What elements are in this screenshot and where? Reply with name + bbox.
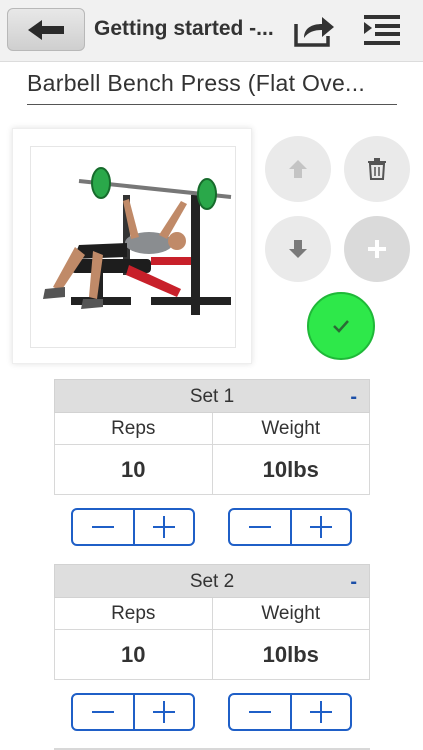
arrow-down-icon	[289, 240, 307, 258]
minus-icon	[249, 526, 271, 528]
add-set-button[interactable]	[344, 216, 410, 282]
weight-label: Weight	[212, 413, 369, 445]
remove-set-button[interactable]: -	[350, 380, 357, 414]
move-down-button[interactable]	[265, 216, 331, 282]
minus-icon	[92, 526, 114, 528]
reps-value[interactable]: 10	[55, 630, 212, 680]
plus-icon	[153, 701, 175, 723]
arrow-up-icon	[289, 160, 307, 178]
move-up-button[interactable]	[265, 136, 331, 202]
weight-label: Weight	[212, 598, 369, 630]
plus-icon	[310, 701, 332, 723]
weight-increment-button[interactable]	[290, 695, 350, 729]
check-icon	[333, 320, 349, 333]
set-card: Set 2 - Reps 10 Weight 10lbs	[54, 564, 370, 680]
back-button[interactable]	[7, 8, 85, 51]
reps-increment-button[interactable]	[133, 695, 193, 729]
reps-value[interactable]: 10	[55, 445, 212, 495]
weight-decrement-button[interactable]	[230, 510, 290, 544]
complete-button[interactable]	[307, 292, 375, 360]
weight-value[interactable]: 10lbs	[212, 630, 369, 680]
reps-decrement-button[interactable]	[73, 510, 133, 544]
exercise-name-field[interactable]: Barbell Bench Press (Flat Ove...	[27, 70, 397, 105]
arrow-left-icon	[28, 19, 64, 40]
top-bar: Getting started -...	[0, 0, 423, 62]
menu-icon[interactable]	[364, 14, 400, 46]
reps-label: Reps	[55, 413, 212, 445]
weight-decrement-button[interactable]	[230, 695, 290, 729]
reps-label: Reps	[55, 598, 212, 630]
minus-icon	[92, 711, 114, 713]
weight-stepper	[228, 508, 352, 546]
weight-stepper	[228, 693, 352, 731]
set-title: Set 2	[189, 571, 235, 592]
delete-exercise-button[interactable]	[344, 136, 410, 202]
page-title: Getting started -...	[94, 17, 274, 40]
plus-icon	[310, 516, 332, 538]
reps-increment-button[interactable]	[133, 510, 193, 544]
exercise-image	[30, 146, 236, 348]
reps-stepper	[71, 693, 195, 731]
weight-increment-button[interactable]	[290, 510, 350, 544]
minus-icon	[249, 711, 271, 713]
set-title: Set 1	[189, 386, 235, 407]
remove-set-button[interactable]: -	[350, 565, 357, 599]
set-header: Set 2 -	[54, 564, 370, 598]
reps-stepper	[71, 508, 195, 546]
trash-icon	[368, 158, 386, 180]
set-card: Set 1 - Reps 10 Weight 10lbs	[54, 379, 370, 495]
plus-icon	[153, 516, 175, 538]
reps-decrement-button[interactable]	[73, 695, 133, 729]
plus-icon	[368, 240, 386, 258]
exercise-image-frame	[12, 128, 252, 364]
set-header: Set 1 -	[54, 379, 370, 413]
share-icon[interactable]	[292, 12, 336, 48]
weight-value[interactable]: 10lbs	[212, 445, 369, 495]
